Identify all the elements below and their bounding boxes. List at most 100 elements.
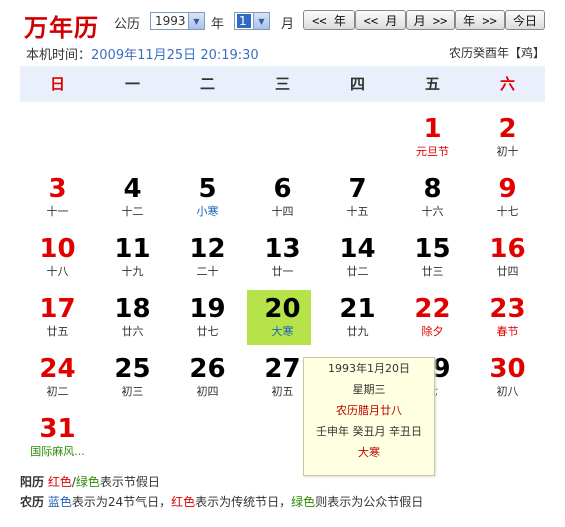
legend-lunar-text2: 表示为传统节日， (195, 495, 292, 509)
next-year-button[interactable]: 年 >> (455, 10, 505, 30)
legend-solar: 阳历 红色/绿色表示节假日 (20, 473, 160, 490)
tooltip-solar-term: 大寒 (358, 446, 380, 459)
prev-year-button[interactable]: << 年 (303, 10, 355, 30)
lunar-day-label: 廿七 (196, 325, 219, 338)
calendar-day[interactable]: 8 十六 (395, 166, 470, 226)
day-number: 7 (348, 174, 367, 204)
calendar-day[interactable]: 6 十四 (245, 166, 320, 226)
day-number: 24 (39, 354, 76, 384)
legend-lunar: 农历 蓝色表示为24节气日，红色表示为传统节日，绿色则表示为公众节假日 (20, 493, 423, 510)
logo: 万年历 (24, 13, 99, 42)
month-value: 1 (237, 14, 251, 28)
calendar-day-selected[interactable]: 20 大寒 (245, 286, 320, 346)
calendar-day[interactable]: 14 廿二 (320, 226, 395, 286)
legend-solar-rest: 表示节假日 (99, 475, 160, 489)
lunar-day-label: 廿三 (421, 265, 444, 278)
calendar-day[interactable]: 7 十五 (320, 166, 395, 226)
weekday-fri: 五 (424, 75, 440, 93)
day-number: 4 (123, 174, 142, 204)
legend-solar-green: 绿色 (75, 475, 100, 489)
lunar-day-label: 廿二 (346, 265, 369, 278)
calendar-day[interactable]: 3 十一 (20, 166, 95, 226)
day-number: 23 (489, 294, 526, 324)
calendar-day[interactable]: 24 初二 (20, 346, 95, 406)
calendar-day[interactable]: 18 廿六 (95, 286, 170, 346)
lunar-day-label: 十九 (121, 265, 144, 278)
lunar-day-label: 廿九 (346, 325, 369, 338)
lunar-day-label: 初二 (46, 385, 69, 398)
calendar-day[interactable]: 12 二十 (170, 226, 245, 286)
tooltip-lunar-date: 农历腊月廿八 (336, 404, 402, 417)
day-number: 20 (264, 294, 301, 324)
next-month-button[interactable]: 月 >> (406, 10, 455, 30)
day-number: 15 (414, 234, 451, 264)
day-number: 30 (489, 354, 526, 384)
legend-lunar-green: 绿色 (291, 495, 316, 509)
tooltip-ganzhi: 壬申年 癸丑月 辛丑日 (316, 425, 422, 438)
local-time-value: 2009年11月25日 20:19:30 (91, 48, 259, 63)
calendar-day[interactable]: 9 十七 (470, 166, 545, 226)
weekday-wed: 三 (274, 75, 290, 93)
calendar-day[interactable]: 25 初三 (95, 346, 170, 406)
legend-solar-red: 红色 (47, 475, 72, 489)
day-number: 13 (264, 234, 301, 264)
legend-lunar-title: 农历 (20, 495, 45, 509)
calendar-day[interactable]: 17 廿五 (20, 286, 95, 346)
gongli-label: 公历 (114, 17, 141, 32)
legend-lunar-text3: 则表示为公众节假日 (315, 495, 424, 509)
lunar-day-label: 初四 (196, 385, 219, 398)
day-number: 31 (39, 414, 76, 444)
day-number: 21 (339, 294, 376, 324)
lunar-day-label: 十七 (496, 205, 519, 218)
lunar-day-label: 十五 (346, 205, 369, 218)
calendar-day[interactable]: 22 除夕 (395, 286, 470, 346)
calendar-day[interactable]: 13 廿一 (245, 226, 320, 286)
calendar-day[interactable]: 15 廿三 (395, 226, 470, 286)
legend-lunar-blue: 蓝色 (47, 495, 72, 509)
legend-lunar-text1: 表示为24节气日， (71, 495, 172, 509)
weekday-header: 日 一 二 三 四 五 六 (20, 66, 545, 102)
lunar-day-label: 十一 (46, 205, 69, 218)
lunar-day-label: 十八 (46, 265, 69, 278)
chevron-down-icon: ▼ (188, 13, 204, 29)
day-number: 5 (198, 174, 217, 204)
day-number: 1 (423, 114, 442, 144)
calendar-day[interactable]: 23 春节 (470, 286, 545, 346)
calendar-day[interactable]: 31 国际麻风... (20, 406, 95, 466)
local-time: 本机时间：2009年11月25日 20:19:30 (26, 44, 259, 63)
day-number: 8 (423, 174, 442, 204)
day-number: 26 (189, 354, 226, 384)
weekday-sat: 六 (499, 75, 515, 93)
today-button[interactable]: 今日 (505, 10, 545, 30)
calendar-day[interactable]: 16 廿四 (470, 226, 545, 286)
lunar-day-label: 初八 (496, 385, 519, 398)
calendar-day[interactable]: 19 廿七 (170, 286, 245, 346)
calendar-day[interactable]: 26 初四 (170, 346, 245, 406)
calendar-day[interactable]: 1 元旦节 (395, 106, 470, 166)
calendar-day[interactable]: 10 十八 (20, 226, 95, 286)
calendar-day[interactable]: 2 初十 (470, 106, 545, 166)
calendar-day[interactable]: 5 小寒 (170, 166, 245, 226)
weekday-sun: 日 (49, 75, 65, 93)
day-number: 6 (273, 174, 292, 204)
legend-lunar-red: 红色 (171, 495, 196, 509)
day-number: 25 (114, 354, 151, 384)
calendar-day[interactable]: 11 十九 (95, 226, 170, 286)
lunar-day-label: 大寒 (271, 325, 294, 338)
calendar-day[interactable]: 30 初八 (470, 346, 545, 406)
calendar-day[interactable]: 4 十二 (95, 166, 170, 226)
lunar-day-label: 十四 (271, 205, 294, 218)
calendar-day[interactable]: 21 廿九 (320, 286, 395, 346)
prev-month-button[interactable]: << 月 (355, 10, 406, 30)
month-select[interactable]: 1 ▼ (234, 12, 270, 30)
lunar-day-label: 小寒 (196, 205, 219, 218)
tooltip-date: 1993年1月20日 (328, 362, 410, 375)
chevron-down-icon: ▼ (253, 13, 269, 29)
lunar-day-label: 廿一 (271, 265, 294, 278)
lunar-day-label: 除夕 (421, 325, 444, 338)
day-number: 12 (189, 234, 226, 264)
day-number: 3 (48, 174, 67, 204)
year-value: 1993 (155, 14, 186, 28)
year-select[interactable]: 1993 ▼ (150, 12, 205, 30)
day-number: 17 (39, 294, 76, 324)
